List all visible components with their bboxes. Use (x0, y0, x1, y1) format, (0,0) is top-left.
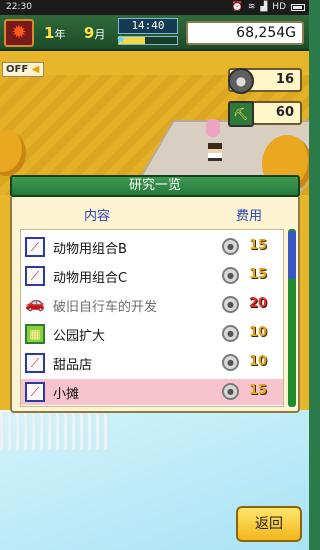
year-unit: 年 (54, 28, 66, 41)
top-hud: ✹ 1年 9月 14:40 ★ 68,254G (0, 15, 309, 51)
car-icon: 🚗 (25, 293, 45, 312)
status-icons: ⏰ ≋ ▟ HD (232, 2, 305, 12)
money-display: 68,254G (186, 21, 304, 45)
game-clock: 14:40 (118, 18, 178, 34)
dialog-title: 研究一览 (10, 175, 300, 197)
research-item[interactable]: ⟋ 甜品店 ● 10 (21, 350, 283, 376)
scrollbar[interactable] (288, 229, 296, 407)
research-item-cost: 15 (249, 238, 268, 253)
year-value: 1 (44, 24, 55, 42)
research-item-name: 动物用组合C (53, 271, 128, 286)
coin-icon: ● (222, 325, 239, 342)
research-item[interactable]: ⟋ 动物用组合C ● 15 (21, 263, 283, 289)
dialog-body: 内容 费用 ⟋ 动物用组合B ● 15 ⟋ 动物用组合C ● 15 🚗 破旧自行车的开发 ● 20 ▦ 公… (10, 197, 300, 413)
research-points-value: 16 (275, 72, 294, 87)
research-list-dialog: 研究一览 内容 费用 ⟋ 动物用组合B ● 15 ⟋ 动物用组合C ● 15 🚗 破旧自行车的开发… (10, 175, 300, 413)
research-item-name: 公园扩大 (53, 329, 106, 344)
rabbit-character[interactable] (206, 119, 220, 137)
triangle-left-icon: ◀ (31, 64, 40, 75)
research-item-name: 动物用组合B (53, 242, 127, 257)
research-item[interactable]: ⟋ 小摊 ● 15 (21, 379, 283, 405)
research-item-name: 小摊 (53, 387, 80, 402)
fire-icon[interactable]: ✹ (4, 19, 34, 47)
slide-icon: ⟋ (25, 237, 45, 257)
month-unit: 月 (94, 28, 106, 41)
column-header-cost: 费用 (236, 209, 263, 224)
star-icon: ★ (116, 33, 126, 46)
slide-icon: ⟋ (25, 382, 45, 402)
day-progress-bar (118, 36, 178, 45)
coin-icon: ● (222, 354, 239, 371)
workers-value: 60 (275, 105, 294, 120)
research-points-box[interactable]: ● 16 (228, 68, 302, 94)
visitor-character[interactable] (208, 143, 222, 161)
research-item-name: 甜品店 (53, 358, 93, 373)
research-item[interactable]: ⟋ 动物用组合B ● 15 (21, 234, 283, 260)
status-time: 22:30 (6, 2, 32, 12)
research-item-cost: 15 (249, 383, 268, 398)
research-item-cost: 15 (249, 267, 268, 282)
status-bar: 22:30 ⏰ ≋ ▟ HD (0, 0, 309, 15)
game-date: 1年 9月 (44, 24, 105, 42)
battery-icon (291, 3, 305, 11)
research-item[interactable]: 🚗 破旧自行车的开发 ● 20 (21, 292, 283, 318)
off-label: OFF (6, 64, 29, 75)
wifi-icon: ≋ (247, 2, 256, 12)
off-toggle-button[interactable]: OFF ◀ (2, 62, 44, 77)
research-item-cost: 10 (249, 325, 268, 340)
coin-icon: ● (222, 383, 239, 400)
column-header-content: 内容 (84, 209, 111, 224)
slide-icon: ⟋ (25, 266, 45, 286)
park-icon: ▦ (25, 324, 45, 344)
research-item-cost: 20 (249, 296, 268, 311)
pickaxe-icon: ⛏ (228, 101, 254, 127)
research-item-name: 破旧自行车的开发 (53, 300, 158, 315)
signal-icon: ▟ (260, 2, 268, 12)
coin-icon: ● (222, 296, 239, 313)
research-item[interactable]: ▦ 公园扩大 ● 10 (21, 321, 283, 347)
coin-icon: ● (228, 68, 254, 94)
workers-box[interactable]: ⛏ 60 (228, 101, 302, 127)
coin-icon: ● (222, 267, 239, 284)
research-item-cost: 10 (249, 354, 268, 369)
scrollbar-thumb[interactable] (288, 231, 296, 279)
research-list[interactable]: ⟋ 动物用组合B ● 15 ⟋ 动物用组合C ● 15 🚗 破旧自行车的开发 ● 20 ▦ 公园扩大 ● 10… (20, 229, 284, 407)
fence (0, 410, 110, 450)
slide-icon: ⟋ (25, 353, 45, 373)
back-button[interactable]: 返回 (236, 506, 302, 542)
network-label: HD (272, 2, 286, 12)
month-value: 9 (83, 24, 95, 42)
coin-icon: ● (222, 238, 239, 255)
alarm-icon: ⏰ (231, 2, 243, 12)
